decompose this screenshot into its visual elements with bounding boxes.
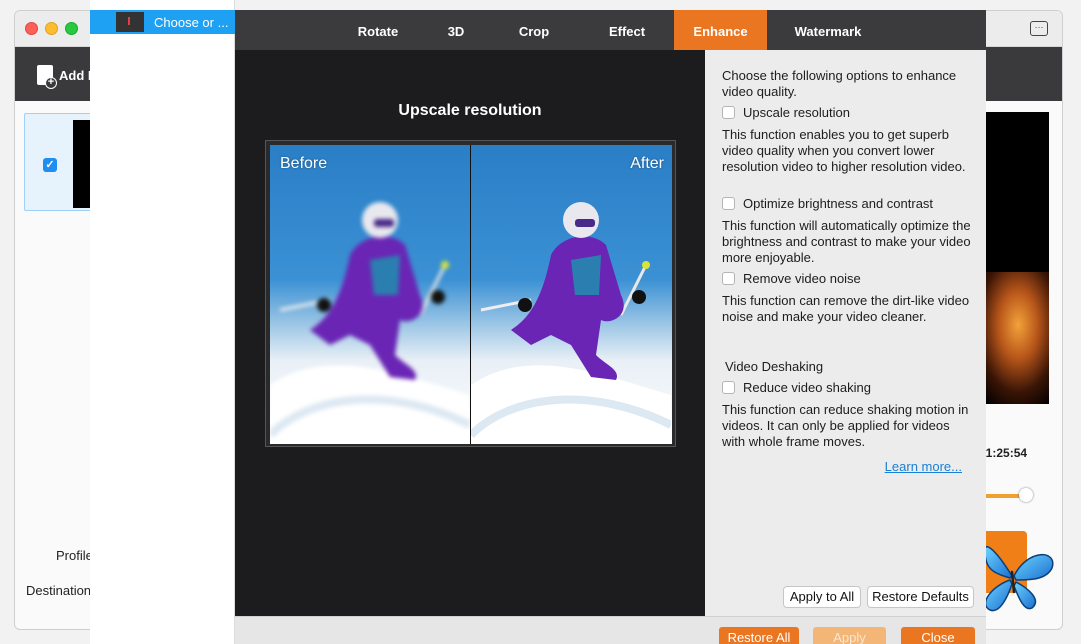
volume-slider-knob[interactable] (1019, 488, 1033, 502)
zoom-window-icon[interactable] (65, 22, 78, 35)
apply-button[interactable]: Apply (813, 627, 886, 644)
before-label: Before (280, 155, 328, 172)
close-window-icon[interactable] (25, 22, 38, 35)
dialog-footer: Restore All Apply Close (235, 616, 986, 644)
clip-list-panel: Choose or ... (90, 0, 235, 644)
remove-noise-description: This function can remove the dirt-like v… (722, 293, 970, 324)
restore-all-button[interactable]: Restore All (719, 627, 799, 644)
optimize-brightness-checkbox[interactable] (722, 197, 735, 210)
upscale-resolution-label: Upscale resolution (743, 105, 850, 120)
edit-dialog: Rotate 3D Crop Effect Enhance Watermark … (235, 10, 986, 644)
reduce-shaking-description: This function can reduce shaking motion … (722, 402, 969, 449)
tab-watermark[interactable]: Watermark (785, 10, 871, 50)
before-image: Before (270, 145, 470, 444)
learn-more-link[interactable]: Learn more... (885, 459, 962, 474)
clip-list-item-label: Choose or ... (154, 14, 229, 30)
optimize-brightness-label: Optimize brightness and contrast (743, 196, 934, 211)
add-file-icon (37, 65, 57, 89)
restore-defaults-button[interactable]: Restore Defaults (867, 586, 974, 608)
upscale-resolution-checkbox[interactable] (722, 106, 735, 119)
enhance-preview-area: Upscale resolution Before After (235, 50, 705, 616)
before-after-comparison: Before After (265, 140, 676, 447)
profile-label: Profile (56, 548, 93, 563)
tab-effect[interactable]: Effect (591, 10, 663, 50)
after-image: After (471, 145, 672, 444)
clip-thumbnail (116, 12, 144, 32)
apply-to-all-button[interactable]: Apply to All (783, 586, 861, 608)
close-button[interactable]: Close (901, 627, 975, 644)
remove-noise-checkbox[interactable] (722, 272, 735, 285)
file-checkbox[interactable]: ✓ (43, 158, 57, 172)
upscale-resolution-option[interactable]: Upscale resolution (722, 105, 850, 120)
enhance-options-panel: Choose the following options to enhance … (705, 50, 986, 616)
tab-enhance[interactable]: Enhance (674, 10, 767, 50)
reduce-shaking-option[interactable]: Reduce video shaking (722, 380, 871, 395)
destination-label: Destination (26, 583, 92, 598)
optimize-brightness-option[interactable]: Optimize brightness and contrast (722, 196, 933, 211)
clip-list-item[interactable]: Choose or ... (90, 10, 235, 34)
video-deshaking-heading: Video Deshaking (725, 359, 824, 374)
tab-rotate[interactable]: Rotate (343, 10, 413, 50)
add-file-button[interactable]: Add F (37, 65, 96, 89)
remove-noise-option[interactable]: Remove video noise (722, 271, 861, 286)
chat-icon[interactable]: ··· (1030, 21, 1048, 36)
preview-title: Upscale resolution (398, 102, 542, 119)
edit-tabbar: Rotate 3D Crop Effect Enhance Watermark (235, 10, 986, 50)
tab-crop[interactable]: Crop (499, 10, 569, 50)
enhance-intro-text: Choose the following options to enhance … (722, 68, 957, 99)
minimize-window-icon[interactable] (45, 22, 58, 35)
optimize-brightness-description: This function will automatically optimiz… (722, 218, 971, 265)
remove-noise-label: Remove video noise (743, 271, 861, 286)
time-readout: 01:25:54 (979, 446, 1028, 460)
after-label: After (630, 155, 664, 172)
reduce-shaking-checkbox[interactable] (722, 381, 735, 394)
reduce-shaking-label: Reduce video shaking (743, 380, 871, 395)
upscale-resolution-description: This function enables you to get superb … (722, 127, 966, 174)
skier-illustration (471, 202, 671, 444)
skier-illustration (270, 202, 470, 444)
tab-3d[interactable]: 3D (427, 10, 485, 50)
